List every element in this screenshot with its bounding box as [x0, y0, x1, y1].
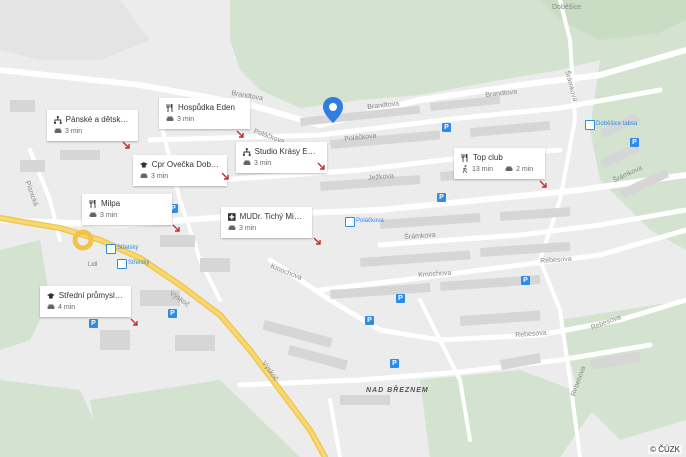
- parking-icon[interactable]: P: [89, 319, 98, 328]
- parking-icon[interactable]: P: [168, 309, 177, 318]
- shop-label: Lidl: [88, 262, 98, 268]
- poi-card-panske[interactable]: Pánské a dětské ... 3 min: [47, 110, 138, 141]
- poi-name: Top club: [473, 153, 503, 162]
- bus-stop-icon[interactable]: [585, 120, 595, 130]
- poi-name: Hospůdka Eden: [178, 103, 235, 112]
- school-icon: [47, 292, 55, 299]
- map-base-layer: [0, 0, 686, 457]
- car-icon: [47, 304, 55, 309]
- poi-card-cpr[interactable]: Cpr Ovečka Době... 3 min: [133, 155, 227, 186]
- restaurant-icon: [166, 103, 173, 112]
- car-icon: [243, 160, 251, 165]
- restaurant-icon: [89, 199, 96, 208]
- navigate-arrow-icon[interactable]: [122, 141, 130, 149]
- poi-name: Pánské a dětské ...: [65, 115, 131, 124]
- navigate-arrow-icon[interactable]: [236, 130, 244, 138]
- poi-name: Studio Krásy Ede...: [254, 147, 320, 156]
- poi-name: Milpa: [101, 199, 121, 208]
- navigate-arrow-icon[interactable]: [221, 172, 229, 180]
- travel-time: 3 min: [100, 211, 118, 219]
- parking-icon[interactable]: P: [437, 193, 446, 202]
- navigate-arrow-icon[interactable]: [172, 224, 180, 232]
- travel-time: 3 min: [177, 115, 195, 123]
- car-icon: [54, 128, 62, 133]
- parking-icon[interactable]: P: [390, 359, 399, 368]
- poi-card-topclub[interactable]: Top club 13 min 2 min: [454, 148, 545, 179]
- parking-icon[interactable]: P: [396, 294, 405, 303]
- poi-card-studio[interactable]: Studio Krásy Ede... 3 min: [236, 142, 327, 173]
- navigate-arrow-icon[interactable]: [313, 237, 321, 245]
- school-icon: [140, 161, 148, 168]
- bus-stop-icon[interactable]: [345, 217, 355, 227]
- medical-icon: [228, 212, 236, 221]
- poi-name: Cpr Ovečka Době...: [151, 160, 220, 169]
- location-pin-icon[interactable]: [322, 96, 344, 124]
- poi-name: Střední průmyslo...: [58, 291, 124, 300]
- car-icon: [140, 173, 148, 178]
- restaurant-icon: [461, 153, 468, 162]
- travel-time: 3 min: [254, 159, 272, 167]
- travel-time: 4 min: [58, 303, 76, 311]
- bus-stop-icon[interactable]: [117, 259, 127, 269]
- navigate-arrow-icon[interactable]: [130, 318, 138, 326]
- parking-icon[interactable]: P: [521, 276, 530, 285]
- walk-icon: [462, 165, 468, 173]
- parking-icon[interactable]: P: [365, 316, 374, 325]
- sitemap-icon: [54, 115, 62, 124]
- map-canvas[interactable]: Brandtova Brandtova Brandtova Poláčkova …: [0, 0, 686, 457]
- bus-stop-icon[interactable]: [106, 244, 116, 254]
- car-icon: [89, 212, 97, 217]
- bus-stop-label: Doběšice tabsa: [596, 121, 638, 127]
- navigate-arrow-icon[interactable]: [539, 180, 547, 188]
- sitemap-icon: [243, 147, 251, 156]
- bus-stop-label: Střelský: [128, 260, 150, 266]
- poi-name: MUDr. Tichý Michal: [239, 212, 305, 221]
- travel-time: 3 min: [239, 224, 257, 232]
- travel-time: 3 min: [65, 127, 83, 135]
- parking-icon[interactable]: P: [630, 138, 639, 147]
- navigate-arrow-icon[interactable]: [317, 162, 325, 170]
- poi-card-stredni[interactable]: Střední průmyslo... 4 min: [40, 286, 131, 317]
- bus-stop-label: Poláčkova: [356, 218, 384, 224]
- car-icon: [228, 225, 236, 230]
- poi-card-hospudka[interactable]: Hospůdka Eden 3 min: [159, 98, 250, 129]
- street-label: Doběšice: [552, 4, 582, 11]
- travel-time: 13 min: [472, 165, 494, 173]
- travel-time: 2 min: [516, 165, 534, 173]
- bus-stop-label: Střelský: [117, 245, 139, 251]
- map-copyright[interactable]: © ČÚZK: [648, 445, 682, 454]
- poi-card-mudr[interactable]: MUDr. Tichý Michal 3 min: [221, 207, 312, 238]
- district-label: NAD BŘEZNEM: [366, 387, 429, 394]
- car-icon: [505, 166, 513, 171]
- parking-icon[interactable]: P: [442, 123, 451, 132]
- poi-card-milpa[interactable]: Milpa 3 min: [82, 194, 172, 225]
- travel-time: 3 min: [151, 172, 169, 180]
- car-icon: [166, 116, 174, 121]
